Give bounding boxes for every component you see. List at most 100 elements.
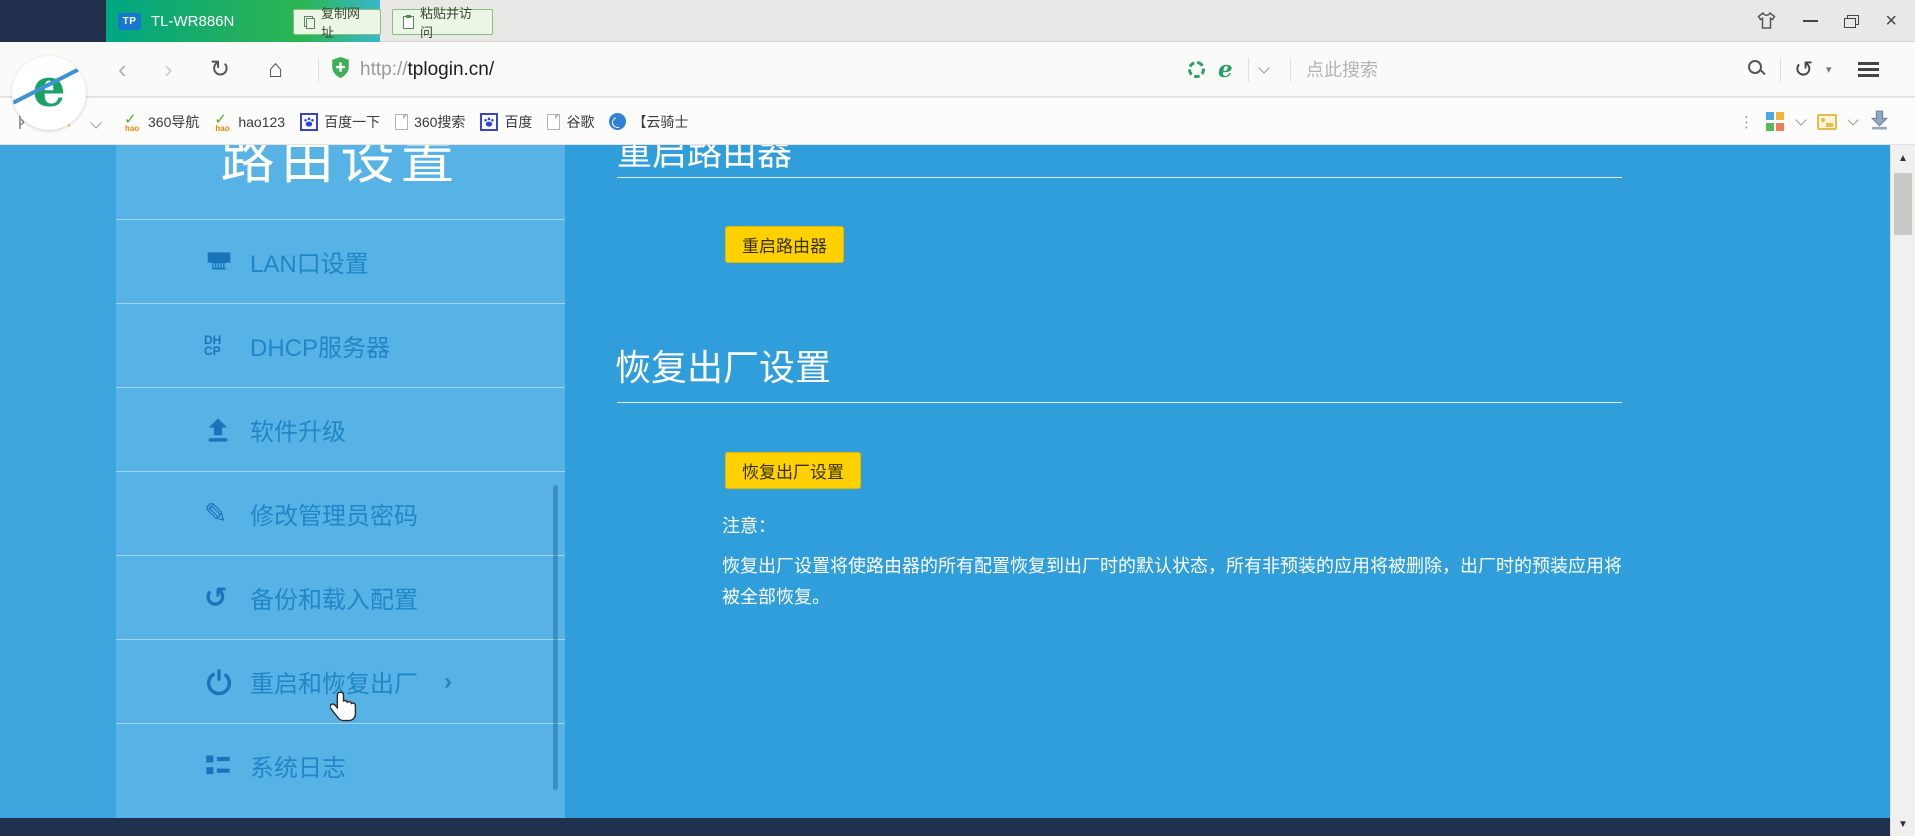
section-divider — [617, 402, 1622, 403]
sidebar-item-label: 系统日志 — [250, 748, 346, 783]
copy-url-label: 复制网址 — [321, 3, 370, 41]
bookmark-baidu[interactable]: 百度 — [480, 112, 532, 132]
minimize-icon — [1803, 20, 1818, 22]
address-dropdown-chevron-icon[interactable] — [1258, 62, 1269, 73]
dhcp-icon: DHCP — [204, 335, 250, 357]
sidebar-item-label: DHCP服务器 — [250, 328, 390, 363]
sidebar-item-firmware-upgrade[interactable]: 软件升级 — [116, 387, 565, 471]
menu-button[interactable] — [1858, 62, 1879, 65]
factory-reset-button[interactable]: 恢复出厂设置 — [725, 452, 861, 489]
bookmark-label: 【云骑士 — [632, 112, 688, 132]
scroll-up-arrow-icon[interactable]: ▲ — [1891, 153, 1915, 164]
bookmark-hao123[interactable]: ✓hao hao123 — [214, 113, 285, 130]
browser-logo[interactable]: e — [12, 56, 86, 130]
tplink-favicon: TP — [118, 13, 141, 30]
bookmark-360sousuo[interactable]: 360搜索 — [395, 112, 465, 132]
compat-mode-icon[interactable]: e — [1218, 42, 1233, 97]
hao123-icon: ✓hao — [214, 113, 232, 130]
browser-logo-e: e — [12, 58, 86, 119]
undo-closed-tab-button[interactable]: ↺ — [1794, 42, 1813, 97]
sidebar-title: 路由设置 — [116, 145, 565, 195]
sidebar-item-system-log[interactable]: 系统日志 — [116, 723, 565, 807]
note-label: 注意： — [722, 511, 1637, 542]
bookmark-360daohang[interactable]: ✓hao 360导航 — [124, 112, 199, 132]
sidebar-item-lan-settings[interactable]: LAN口设置 — [116, 219, 565, 303]
tab-title: TL-WR886N — [151, 13, 234, 30]
sidebar-item-label: 修改管理员密码 — [250, 496, 418, 531]
back-button[interactable]: ‹ — [118, 42, 127, 97]
sidebar-item-change-admin-password[interactable]: ✎ 修改管理员密码 — [116, 471, 565, 555]
restore-button[interactable] — [1844, 15, 1859, 28]
bookmark-yunqishi[interactable]: 【云骑士 — [609, 112, 688, 132]
window-controls: × — [1756, 0, 1897, 42]
pencil-icon: ✎ — [204, 497, 250, 530]
search-icon[interactable] — [1748, 60, 1766, 78]
titlebar: TP TL-WR886N 复制网址 粘贴并访问 × — [0, 0, 1915, 42]
more-bookmarks-icon[interactable]: ⋮ — [1739, 113, 1754, 131]
scrollbar-thumb[interactable] — [1894, 173, 1912, 235]
sidebar-item-dhcp-server[interactable]: DHCP DHCP服务器 — [116, 303, 565, 387]
bookmark-guge[interactable]: 谷歌 — [547, 112, 594, 132]
skin-theme-button[interactable] — [1756, 12, 1777, 30]
bookmark-label: 谷歌 — [566, 112, 594, 132]
apps-grid-icon[interactable] — [1766, 112, 1785, 131]
reboot-section-title: 重启路由器 — [617, 145, 792, 177]
restore-icon — [1844, 15, 1859, 28]
address-bar[interactable]: http://tplogin.cn/ — [360, 42, 494, 97]
factory-reset-note: 注意： 恢复出厂设置将使路由器的所有配置恢复到出厂时的默认状态，所有非预装的应用… — [722, 511, 1637, 613]
section-divider — [617, 177, 1622, 178]
history-restore-icon: ↺ — [204, 581, 250, 614]
bookmark-label: 百度 — [504, 112, 532, 132]
search-input[interactable] — [1306, 56, 1706, 84]
reboot-router-button[interactable]: 重启路由器 — [725, 226, 844, 263]
lan-port-icon — [204, 249, 250, 274]
download-button[interactable] — [1869, 109, 1890, 135]
sidebar-item-label: 软件升级 — [250, 412, 346, 447]
toolbar-separator — [1290, 58, 1291, 82]
undo-dropdown-caret-icon[interactable]: ▾ — [1826, 42, 1832, 97]
page-bottom-bar — [0, 818, 1890, 836]
extension-aperture-icon[interactable] — [1186, 59, 1206, 79]
page-icon — [395, 114, 408, 130]
url-host: tplogin.cn/ — [408, 59, 495, 81]
close-button[interactable]: × — [1885, 11, 1897, 31]
active-item-arrow-icon: › — [444, 668, 452, 696]
baidu-paw-icon — [480, 113, 498, 131]
sidebar-item-label: 备份和载入配置 — [250, 580, 418, 615]
scroll-down-arrow-icon[interactable]: ▼ — [1891, 819, 1915, 830]
toolbar-separator — [1248, 58, 1249, 82]
bookmark-label: 360导航 — [148, 112, 199, 132]
home-button[interactable]: ⌂ — [268, 42, 283, 97]
toolbar: ‹ › ↻ ⌂ http://tplogin.cn/ e ↺ ▾ e — [0, 42, 1915, 97]
power-icon — [204, 667, 250, 697]
forward-button[interactable]: › — [164, 42, 173, 97]
wallpaper-chevron-icon[interactable] — [1847, 114, 1858, 125]
settings-sidebar: 路由设置 LAN口设置 DHCP DHCP服务器 — [116, 145, 565, 836]
paste-and-go-label: 粘贴并访问 — [420, 3, 482, 41]
hao123-icon: ✓hao — [124, 113, 142, 130]
download-icon — [1869, 109, 1890, 130]
mouse-hand-cursor — [330, 690, 358, 729]
refresh-button[interactable]: ↻ — [210, 42, 230, 97]
paste-icon — [403, 16, 414, 29]
note-text: 恢复出厂设置将使路由器的所有配置恢复到出厂时的默认状态，所有非预装的应用将被删除… — [722, 556, 1622, 607]
baidu-paw-icon — [300, 113, 318, 131]
sidebar-item-backup-restore-config[interactable]: ↺ 备份和载入配置 — [116, 555, 565, 639]
wallpaper-icon[interactable] — [1817, 114, 1837, 130]
sidebar-scrollbar-thumb[interactable] — [553, 485, 558, 790]
minimize-button[interactable] — [1803, 20, 1818, 22]
sidebar-item-label: LAN口设置 — [250, 244, 369, 279]
favorites-chevron-icon[interactable] — [90, 117, 101, 128]
toolbar-separator — [318, 58, 319, 82]
browser-scrollbar[interactable]: ▲ ▼ — [1890, 145, 1915, 836]
bookmarks-bar: |› ★ ✓hao 360导航 ✓hao hao123 百度一下 360搜索 — [0, 98, 1915, 145]
globe-icon — [609, 113, 626, 130]
apps-chevron-icon[interactable] — [1795, 114, 1806, 125]
paste-and-go-button[interactable]: 粘贴并访问 — [392, 9, 493, 35]
security-shield-icon[interactable] — [331, 57, 350, 84]
bookmark-baidu-yixia[interactable]: 百度一下 — [300, 112, 380, 132]
copy-url-button[interactable]: 复制网址 — [293, 9, 381, 35]
bookmark-label: hao123 — [238, 114, 285, 130]
titlebar-left-block — [0, 0, 106, 42]
bookmark-label: 360搜索 — [414, 112, 465, 132]
